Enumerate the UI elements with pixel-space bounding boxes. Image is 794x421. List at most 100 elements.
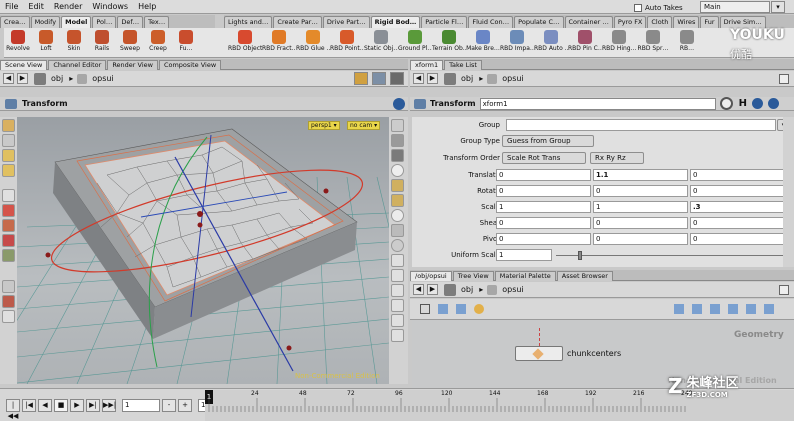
list-icon[interactable] — [420, 304, 430, 314]
shelf-tab[interactable]: Crea… — [0, 16, 30, 28]
shelf-tool[interactable]: RBD Glue … — [296, 28, 330, 58]
tab-asset-browser[interactable]: Asset Browser — [556, 270, 613, 281]
frame-decrement-icon[interactable]: - — [162, 398, 176, 412]
shelf-tab-model[interactable]: Model — [61, 16, 92, 28]
shear-x-field[interactable]: 0 — [496, 217, 591, 229]
path-obj[interactable]: obj — [461, 74, 473, 83]
transform-tool-icon[interactable] — [2, 234, 15, 247]
shelf-tool[interactable]: Static Obj… — [364, 28, 398, 58]
point-display-icon[interactable] — [391, 164, 404, 177]
align-icon[interactable] — [746, 304, 756, 314]
back-icon[interactable]: ◀ — [413, 284, 424, 295]
handle-end-bottom[interactable] — [286, 345, 292, 351]
align-icon[interactable] — [692, 304, 702, 314]
shelf-tool[interactable]: Creep — [144, 28, 172, 58]
node-name-field[interactable]: xform1 — [479, 97, 716, 110]
shelf-tool[interactable]: Revolve — [4, 28, 32, 58]
tab-tree-view[interactable]: Tree View — [452, 270, 494, 281]
translate-z-field[interactable]: 0 — [690, 169, 785, 181]
snapshot-icon[interactable] — [391, 209, 404, 222]
shelf-tab[interactable]: Drive Part… — [322, 16, 370, 28]
rotate-y-field[interactable]: 0 — [593, 185, 688, 197]
path-obj[interactable]: obj — [461, 285, 473, 294]
handle-end-left[interactable] — [45, 252, 51, 258]
tab-xform1[interactable]: xform1 — [410, 59, 444, 70]
pivot-z-field[interactable]: 0 — [690, 233, 785, 245]
normal-display-icon[interactable] — [391, 194, 404, 207]
param-scrollbar[interactable] — [783, 117, 794, 267]
cube-icon[interactable] — [372, 72, 386, 85]
wire-icon[interactable] — [391, 149, 404, 162]
gear-icon[interactable] — [719, 97, 733, 110]
select-tool-icon[interactable] — [2, 119, 15, 132]
background-icon[interactable] — [391, 239, 404, 252]
path-node[interactable]: opsui — [502, 74, 523, 83]
frame-icon[interactable] — [391, 314, 404, 327]
sticky-note-icon[interactable] — [474, 304, 484, 314]
snap-tool-icon[interactable] — [2, 249, 15, 262]
camera-icon[interactable] — [2, 295, 15, 308]
info-icon[interactable] — [752, 98, 764, 109]
shelf-tab[interactable]: Def… — [117, 16, 144, 28]
jump-start-icon[interactable]: |◀◀ — [6, 398, 20, 420]
tab-channel-editor[interactable]: Channel Editor — [48, 59, 107, 70]
translate-x-field[interactable]: 0 — [496, 169, 591, 181]
shelf-tool[interactable]: Terrain Ob… — [432, 28, 466, 58]
shelf-tool[interactable]: RBD Spr… — [636, 28, 670, 58]
align-icon[interactable] — [728, 304, 738, 314]
shelf-tab[interactable]: Fur — [700, 16, 719, 28]
shelf-tab[interactable]: Lights and… — [224, 16, 273, 28]
shelf-tab[interactable]: Populate C… — [514, 16, 564, 28]
shelf-tool[interactable]: Skin — [60, 28, 88, 58]
home-icon[interactable] — [391, 299, 404, 312]
uniform-scale-field[interactable]: 1 — [496, 249, 552, 261]
grid-view-icon[interactable] — [438, 304, 448, 314]
align-icon[interactable] — [674, 304, 684, 314]
menu-edit[interactable]: Edit — [23, 0, 49, 14]
forward-icon[interactable]: ▶ — [427, 284, 438, 295]
shelf-tab[interactable]: Create Par… — [273, 16, 322, 28]
tab-render-view[interactable]: Render View — [107, 59, 158, 70]
shelf-tool[interactable]: RBD Auto … — [534, 28, 568, 58]
back-icon[interactable]: ◀ — [3, 73, 14, 84]
align-icon[interactable] — [710, 304, 720, 314]
shelf-tab[interactable]: Cloth — [647, 16, 673, 28]
align-icon[interactable] — [764, 304, 774, 314]
jump-end-icon[interactable]: ▶▶| — [102, 398, 116, 412]
vertex-display-icon[interactable] — [391, 179, 404, 192]
forward-icon[interactable]: ▶ — [17, 73, 28, 84]
menu-windows[interactable]: Windows — [87, 0, 133, 14]
transform-order-menu[interactable]: Scale Rot Trans — [502, 152, 586, 164]
shelf-tool[interactable]: RBD Impa… — [500, 28, 534, 58]
shelf-tab[interactable]: Modify — [30, 16, 61, 28]
desktop-select[interactable]: Main — [700, 1, 770, 13]
shelf-tool[interactable]: Ground Pl… — [398, 28, 432, 58]
pivot-y-field[interactable]: 0 — [593, 233, 688, 245]
shelf-tool[interactable]: RB… — [670, 28, 704, 58]
shear-z-field[interactable]: 0 — [690, 217, 785, 229]
shelf-tab[interactable]: Particle Fl… — [421, 16, 468, 28]
shelf-tool[interactable]: RBD Hing… — [602, 28, 636, 58]
visualize-icon[interactable] — [391, 224, 404, 237]
path-node[interactable]: opsui — [92, 74, 113, 83]
tab-network[interactable]: /obj/opsui — [410, 270, 452, 281]
lock-icon[interactable] — [391, 119, 404, 132]
stop-icon[interactable]: ■ — [54, 398, 68, 412]
ghost-icon[interactable] — [391, 134, 404, 147]
flipbook-icon[interactable] — [391, 329, 404, 342]
shelf-tool[interactable]: Fu… — [172, 28, 200, 58]
auto-takes-toggle[interactable]: Auto Takes — [634, 2, 683, 13]
shelf-tab[interactable]: Wires — [673, 16, 700, 28]
frame-field[interactable]: 1 — [122, 398, 160, 412]
forward-icon[interactable]: ▶ — [427, 73, 438, 84]
shear-y-field[interactable]: 0 — [593, 217, 688, 229]
handle-tool-icon[interactable] — [2, 149, 15, 162]
camera-menu[interactable]: persp1 ▾ — [308, 121, 340, 130]
rotate-z-field[interactable]: 0 — [690, 185, 785, 197]
pin-icon[interactable] — [779, 73, 789, 84]
shade-icon[interactable] — [391, 254, 404, 267]
shelf-tool[interactable]: RBD Fract… — [262, 28, 296, 58]
render-icon[interactable] — [2, 310, 15, 323]
uniform-scale-slider[interactable] — [556, 255, 786, 256]
back-icon[interactable]: ◀ — [413, 73, 424, 84]
